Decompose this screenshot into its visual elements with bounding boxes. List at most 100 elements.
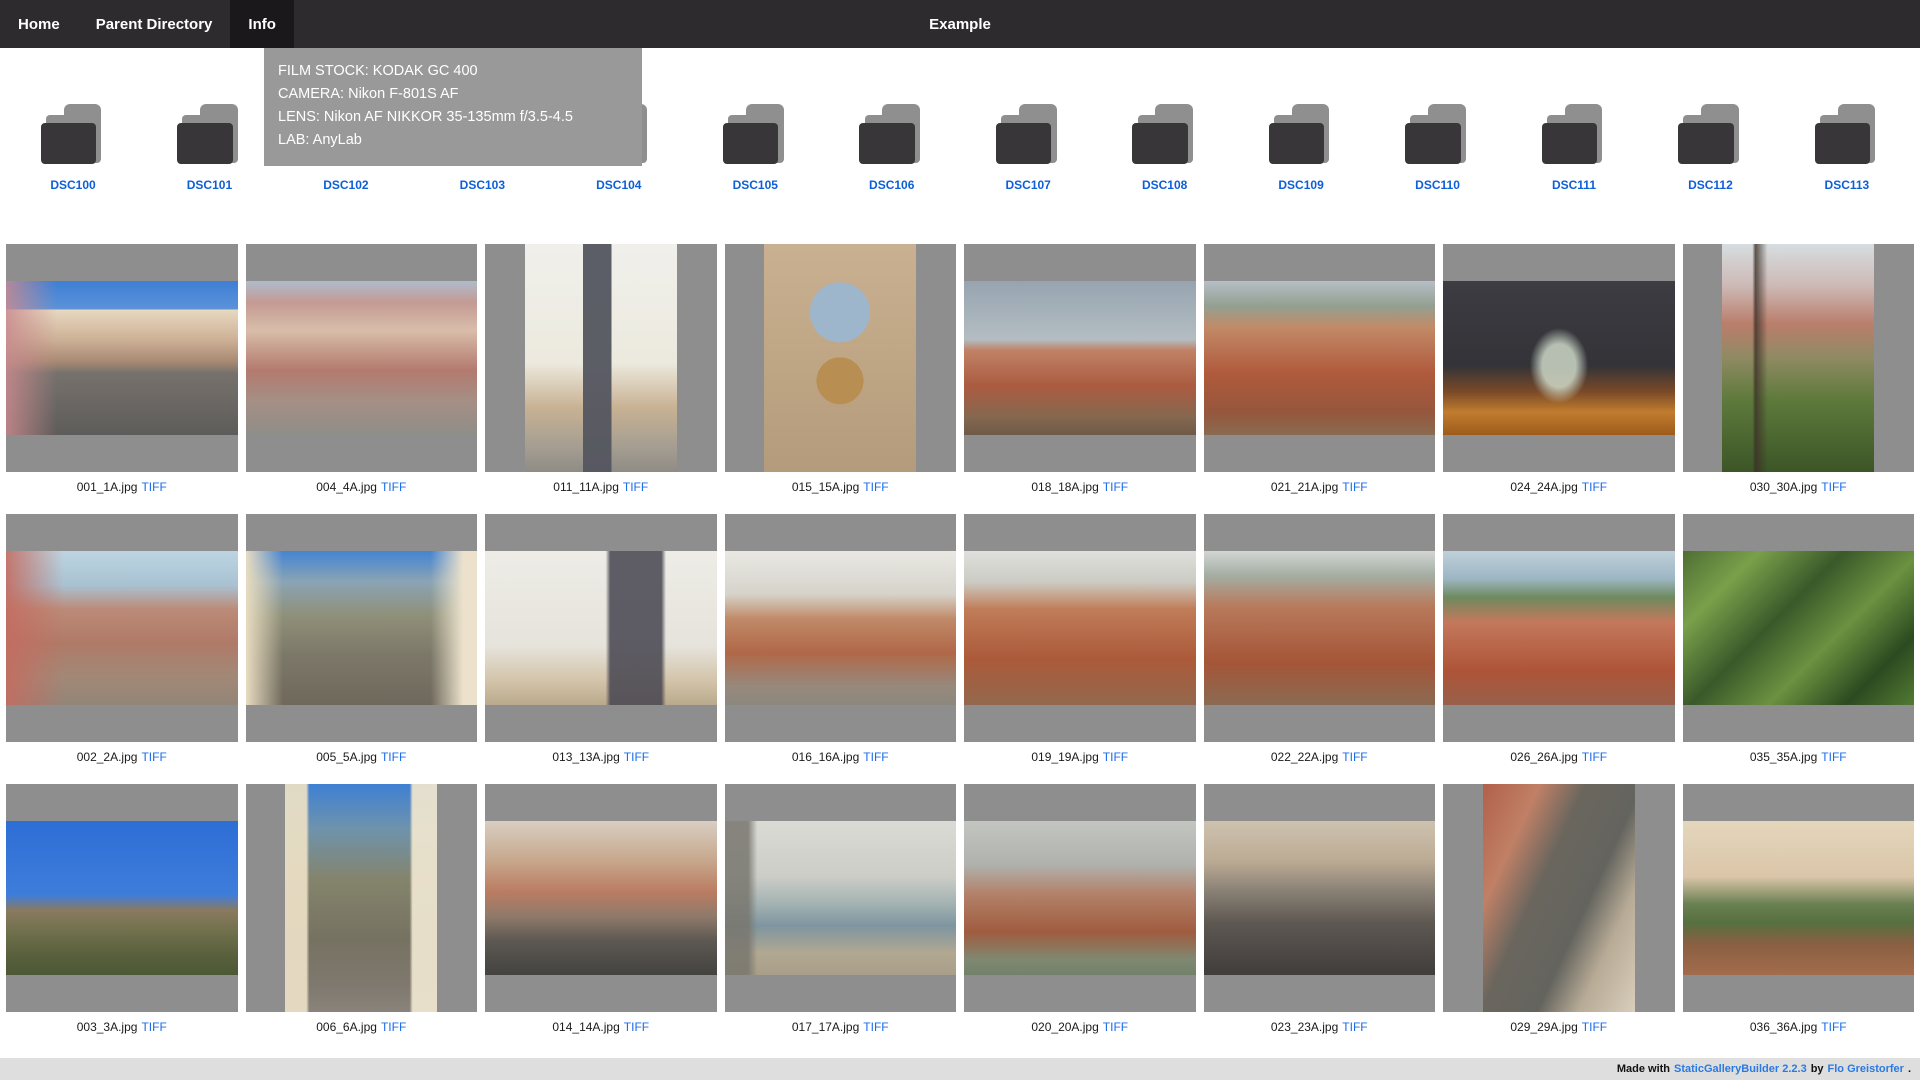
thumbnail-photo[interactable] [1204,551,1436,705]
nav-item-info[interactable]: Info [230,0,294,48]
thumbnail-cell: 015_15A.jpgTIFF [725,244,957,494]
folder-icon[interactable] [859,104,925,164]
tiff-link[interactable]: TIFF [141,1020,166,1034]
tiff-link[interactable]: TIFF [623,480,648,494]
tiff-link[interactable]: TIFF [1582,1020,1607,1034]
tiff-link[interactable]: TIFF [1103,1020,1128,1034]
folder-icon[interactable] [176,104,242,164]
thumbnail-photo[interactable] [525,244,677,472]
folder-label[interactable]: DSC102 [323,178,368,192]
thumbnail-photo[interactable] [964,821,1196,975]
folder-item[interactable]: DSC110 [1383,104,1493,192]
thumbnail-photo[interactable] [6,821,238,975]
thumbnail-photo[interactable] [1204,821,1436,975]
tiff-link[interactable]: TIFF [1342,1020,1367,1034]
folder-item[interactable]: DSC105 [700,104,810,192]
folder-label[interactable]: DSC110 [1415,178,1460,192]
tiff-link[interactable]: TIFF [381,1020,406,1034]
tiff-link[interactable]: TIFF [624,1020,649,1034]
folder-label[interactable]: DSC103 [460,178,505,192]
folder-icon[interactable] [1677,104,1743,164]
thumbnail-cell: 004_4A.jpgTIFF [246,244,478,494]
folder-label[interactable]: DSC111 [1552,178,1596,192]
builder-link[interactable]: StaticGalleryBuilder 2.2.3 [1674,1063,1807,1075]
folder-icon[interactable] [995,104,1061,164]
tiff-link[interactable]: TIFF [863,750,888,764]
folder-icon[interactable] [1268,104,1334,164]
tiff-link[interactable]: TIFF [1582,480,1607,494]
folder-icon[interactable] [1132,104,1198,164]
tiff-link[interactable]: TIFF [381,480,406,494]
folder-item[interactable]: DSC109 [1246,104,1356,192]
thumbnail-photo[interactable] [964,281,1196,435]
thumbnail-photo[interactable] [246,551,478,705]
author-link[interactable]: Flo Greistorfer [1828,1063,1904,1075]
tiff-link[interactable]: TIFF [1342,750,1367,764]
thumbnail-photo[interactable] [725,821,957,975]
thumbnail-label: 023_23A.jpgTIFF [1204,1020,1436,1034]
tiff-link[interactable]: TIFF [863,1020,888,1034]
tiff-link[interactable]: TIFF [1103,480,1128,494]
nav-item-parent-directory[interactable]: Parent Directory [78,0,231,48]
folder-item[interactable]: DSC107 [973,104,1083,192]
thumbnail-photo[interactable] [1722,244,1874,472]
thumbnail-photo[interactable] [764,244,916,472]
tiff-link[interactable]: TIFF [381,750,406,764]
folder-label[interactable]: DSC105 [733,178,778,192]
thumbnail-photo[interactable] [1483,784,1635,1012]
thumbnail-photo[interactable] [1683,821,1915,975]
folder-icon[interactable] [40,104,106,164]
tiff-link[interactable]: TIFF [141,480,166,494]
folder-item[interactable]: DSC106 [837,104,947,192]
info-popup: FILM STOCK: KODAK GC 400 CAMERA: Nikon F… [264,48,642,166]
folder-label[interactable]: DSC101 [187,178,232,192]
folder-icon[interactable] [722,104,788,164]
folder-item[interactable]: DSC108 [1110,104,1220,192]
folder-item[interactable]: DSC112 [1655,104,1765,192]
thumbnail-photo[interactable] [485,821,717,975]
tiff-link[interactable]: TIFF [1821,480,1846,494]
thumbnail-label: 018_18A.jpgTIFF [964,480,1196,494]
folder-item[interactable]: DSC113 [1792,104,1902,192]
folder-item[interactable]: DSC100 [18,104,128,192]
folder-label[interactable]: DSC104 [596,178,641,192]
thumbnail-label: 036_36A.jpg TIFF [1683,1020,1915,1034]
thumbnail-label: 030_30A.jpgTIFF [1683,480,1915,494]
tiff-link[interactable]: TIFF [1821,750,1846,764]
thumbnail-photo[interactable] [285,784,437,1012]
thumbnail-photo[interactable] [964,551,1196,705]
thumbnail-photo[interactable] [1443,551,1675,705]
tiff-link[interactable]: TIFF [1342,480,1367,494]
folder-item[interactable]: DSC111 [1519,104,1629,192]
thumbnail-cell: 003_3A.jpgTIFF [6,784,238,1034]
thumbnail-filename: 036_36A.jpg [1750,1020,1817,1034]
thumbnail-photo[interactable] [1683,551,1915,705]
thumbnail-photo[interactable] [6,281,238,435]
folder-label[interactable]: DSC106 [869,178,914,192]
thumbnail-photo[interactable] [725,551,957,705]
thumbnail-cell: 030_30A.jpgTIFF [1683,244,1915,494]
folder-label[interactable]: DSC109 [1278,178,1323,192]
tiff-link[interactable]: TIFF [624,750,649,764]
thumbnail-photo[interactable] [1204,281,1436,435]
thumbnail-photo[interactable] [1443,281,1675,435]
folder-label[interactable]: DSC107 [1005,178,1050,192]
thumbnail-photo[interactable] [246,281,478,435]
folder-icon[interactable] [1541,104,1607,164]
nav-item-home[interactable]: Home [0,0,78,48]
tiff-link[interactable]: TIFF [141,750,166,764]
folder-label[interactable]: DSC113 [1825,178,1870,192]
tiff-link[interactable]: TIFF [863,480,888,494]
tiff-link[interactable]: TIFF [1103,750,1128,764]
thumbnail-photo[interactable] [485,551,717,705]
folder-icon[interactable] [1814,104,1880,164]
folder-label[interactable]: DSC100 [50,178,95,192]
folder-item[interactable]: DSC101 [154,104,264,192]
folder-icon[interactable] [1405,104,1471,164]
tiff-link[interactable]: TIFF [1582,750,1607,764]
thumbnail-cell: 005_5A.jpgTIFF [246,514,478,764]
tiff-link[interactable]: TIFF [1821,1020,1846,1034]
folder-label[interactable]: DSC112 [1688,178,1733,192]
folder-label[interactable]: DSC108 [1142,178,1187,192]
thumbnail-photo[interactable] [6,551,238,705]
